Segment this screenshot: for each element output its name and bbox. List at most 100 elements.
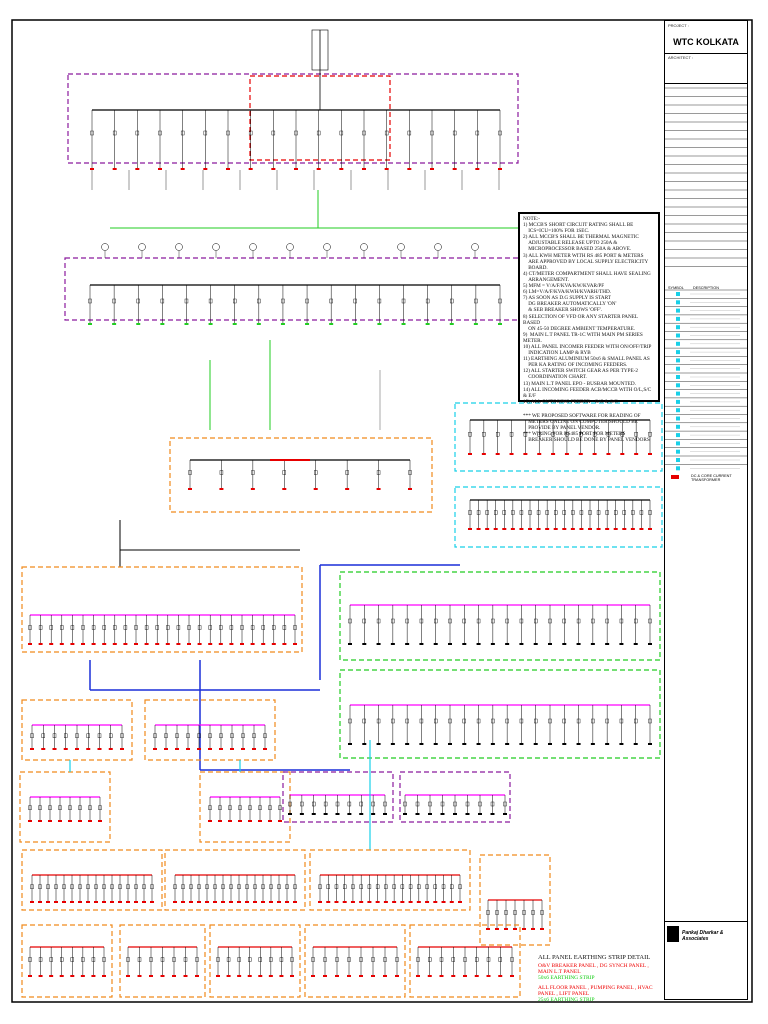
feeder-tag — [70, 901, 74, 903]
feeder-tag — [405, 643, 410, 645]
notes-box: NOTE:- 1) MCCB'S SHORT CIRCUIT RATING SH… — [518, 212, 660, 443]
feeder-tag — [158, 168, 162, 170]
feeder-tag — [345, 488, 350, 490]
feeder-tag — [58, 820, 62, 822]
feeder-tag — [91, 975, 96, 977]
feeder-tag — [118, 901, 122, 903]
feeder-tag — [392, 901, 397, 903]
feeder-tag — [416, 975, 420, 977]
title-block: PROJECT : WTC KOLKATA ARCHITECT : SYMBOL… — [664, 20, 748, 1000]
feeder-tag — [142, 901, 146, 903]
feeder-tag — [490, 743, 495, 745]
feeder-tag — [241, 748, 245, 750]
consultant-name: Pankaj Dharkar & Associates — [682, 930, 724, 942]
feeder-tag — [232, 323, 237, 325]
feeder-tag — [175, 748, 179, 750]
note-item: 10) ALL PANEL INCOMER FEEDER WITH ON/OFF… — [523, 343, 652, 357]
feeder-tag — [531, 928, 535, 930]
feeder-tag — [540, 928, 544, 930]
feeder-tag — [256, 323, 261, 325]
feeder-tag — [519, 643, 524, 645]
feeder-tag — [452, 168, 457, 170]
feeder-tag — [108, 748, 113, 750]
feeder-tag — [120, 748, 124, 750]
feeder-tag — [335, 975, 339, 977]
feeder-tag — [80, 975, 85, 977]
feeder-tag — [230, 748, 234, 750]
feeder-tag — [305, 323, 310, 325]
feeder-tag — [160, 975, 165, 977]
feeder-tag — [218, 820, 222, 822]
feeder-tag — [403, 813, 407, 815]
note-item: 14) ALL INCOMING FEEDER ACB/MCCB WITH O/… — [523, 386, 653, 399]
feeder-tag — [112, 643, 117, 645]
feeder-tag — [639, 528, 644, 530]
meter-icon — [212, 243, 220, 251]
feeder-tag — [165, 643, 170, 645]
feeder-tag — [502, 528, 507, 530]
feeder-tag — [564, 453, 569, 455]
feeder-tag — [248, 820, 252, 822]
meter-icon — [138, 243, 146, 251]
feeder-tag — [153, 748, 157, 750]
feeder-tag — [537, 453, 542, 455]
feeder-tag — [362, 743, 367, 745]
feeder-tag — [648, 743, 652, 745]
feeder-tag — [376, 743, 381, 745]
note-item: 3) ALL KWH METER WITH RS 485 PORT & METE… — [523, 252, 649, 271]
feeder-tag — [280, 323, 285, 325]
legend-description-header: DESCRIPTION — [693, 286, 719, 290]
feeder-tag — [135, 168, 140, 170]
feeder-tag — [433, 901, 438, 903]
feeder-tag — [371, 813, 376, 815]
feeder-tag — [648, 528, 652, 530]
feeder-tag — [311, 813, 316, 815]
feeder-tag — [181, 901, 185, 903]
feeder-tag — [474, 975, 479, 977]
note-item: 9) MAIN L.T PANEL TR-1C WITH MAIN PM SER… — [523, 331, 645, 344]
feeder-tag — [102, 643, 107, 645]
feeder-tag — [229, 643, 234, 645]
feeder-tag — [288, 813, 292, 815]
feeder-tag — [441, 901, 446, 903]
feeder-tag — [253, 901, 257, 903]
feeder-tag — [509, 453, 514, 455]
feeder-tag — [350, 901, 355, 903]
feeder-tag — [208, 820, 212, 822]
feeder-tag — [126, 901, 130, 903]
feeder-tag — [208, 643, 213, 645]
feeder-tag — [433, 743, 438, 745]
feeder-tag — [41, 748, 46, 750]
feeder-tag — [123, 643, 128, 645]
feeder-tag — [164, 748, 168, 750]
feeder-tag — [342, 901, 347, 903]
feeder-tag — [605, 743, 610, 745]
feeder-tag — [548, 643, 552, 645]
feeder-tag — [102, 901, 106, 903]
feeder-tag — [505, 743, 510, 745]
feeder-tag — [562, 643, 567, 645]
feeder-tag — [187, 643, 191, 645]
feeder-tag — [400, 901, 405, 903]
feeder-tag — [419, 743, 424, 745]
feeder-tag — [468, 453, 472, 455]
feeder-tag — [268, 820, 272, 822]
feeder-tag — [28, 643, 32, 645]
feeder-tag — [279, 975, 284, 977]
main-lt-panel-2 — [21, 566, 303, 653]
feeder-tag — [213, 901, 217, 903]
feeder-tag — [592, 453, 597, 455]
feeder-tag — [453, 813, 457, 815]
feeder-tag — [48, 820, 52, 822]
meter-icon — [101, 243, 109, 251]
feeder-tag — [362, 643, 367, 645]
feeder-tag — [448, 643, 452, 645]
feeder-tag — [536, 528, 541, 530]
feeder-tag — [30, 748, 34, 750]
feeder-tag — [186, 748, 190, 750]
feeder-tag — [180, 168, 185, 170]
feeder-tag — [75, 748, 79, 750]
feeder-tag — [523, 453, 528, 455]
note-item: 7) AS SOON AS D.G SUPPLY IS START DG BRE… — [523, 295, 617, 314]
feeder-tag — [440, 813, 445, 815]
